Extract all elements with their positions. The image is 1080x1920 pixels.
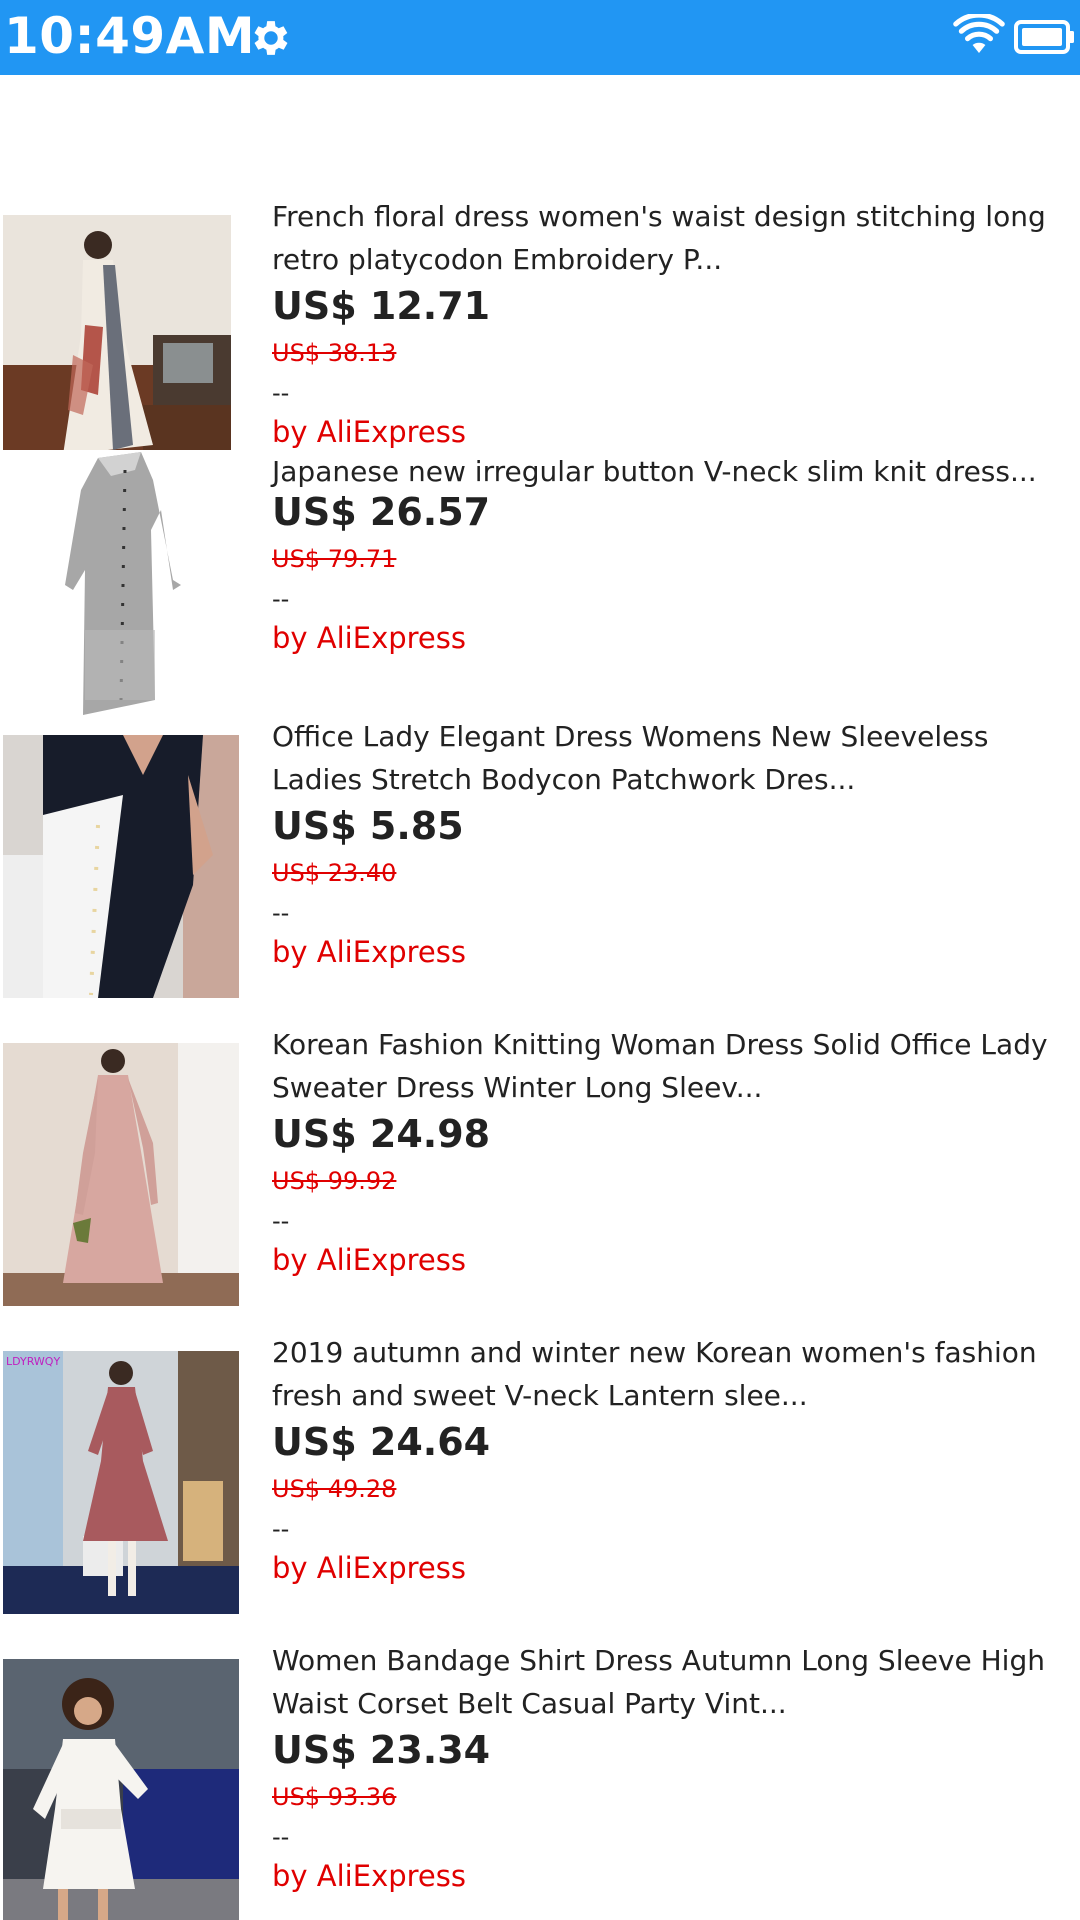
product-title[interactable]: Korean Fashion Knitting Woman Dress Soli… [272,1023,1077,1066]
product-extra: -- [272,1823,290,1851]
product-title[interactable]: Office Lady Elegant Dress Womens New Sle… [272,715,1077,758]
product-image[interactable] [3,735,239,998]
product-item[interactable]: Japanese new irregular button V-neck sli… [0,450,1080,750]
product-extra: -- [272,585,290,613]
product-title-line2[interactable]: Sweater Dress Winter Long Sleev... [272,1066,1077,1109]
product-price: US$ 5.85 [272,804,464,848]
status-time: 10:49AM [4,7,256,65]
product-photo-floral-dress [3,215,231,475]
product-seller: by AliExpress [272,1243,466,1277]
product-price: US$ 23.34 [272,1728,491,1772]
product-price: US$ 26.57 [272,490,491,534]
product-item[interactable]: Korean Fashion Knitting Woman Dress Soli… [0,1023,1080,1323]
product-photo-knit-dress [3,450,231,715]
product-item[interactable]: French floral dress women's waist design… [0,130,1080,475]
product-title-line2[interactable]: Waist Corset Belt Casual Party Vint... [272,1682,1077,1725]
product-original-price: US$ 38.13 [272,339,397,367]
product-title-line2[interactable]: fresh and sweet V-neck Lantern slee... [272,1374,1077,1417]
product-original-price: US$ 93.36 [272,1783,397,1811]
product-seller: by AliExpress [272,1551,466,1585]
product-photo-lantern-sleeve-dress [3,1351,239,1614]
product-image[interactable] [3,215,231,475]
product-image[interactable]: LDYRWQY [3,1351,239,1614]
product-title[interactable]: 2019 autumn and winter new Korean women'… [272,1331,1077,1374]
product-seller: by AliExpress [272,621,466,655]
wifi-icon [953,14,1005,53]
product-original-price: US$ 49.28 [272,1475,397,1503]
product-price: US$ 24.64 [272,1420,491,1464]
product-photo-office-dress [3,735,239,998]
product-image[interactable] [3,1659,239,1920]
product-title-line2[interactable]: retro platycodon Embroidery P... [272,238,1077,281]
status-bar: 10:49AM [0,0,1080,75]
product-list[interactable]: French floral dress women's waist design… [0,75,1080,1920]
product-item[interactable]: LDYRWQY 2019 autumn and winter new Korea… [0,1331,1080,1631]
product-extra: -- [272,1515,290,1543]
product-extra: -- [272,1207,290,1235]
product-image[interactable] [3,1043,239,1306]
image-watermark: LDYRWQY [6,1355,61,1368]
product-item[interactable]: Women Bandage Shirt Dress Autumn Long Sl… [0,1639,1080,1920]
product-extra: -- [272,379,290,407]
product-title[interactable]: Women Bandage Shirt Dress Autumn Long Sl… [272,1639,1077,1682]
product-price: US$ 24.98 [272,1112,491,1156]
product-photo-sweater-dress [3,1043,239,1306]
product-original-price: US$ 79.71 [272,545,397,573]
product-image[interactable] [3,450,231,715]
product-photo-bandage-shirt-dress [3,1659,239,1920]
product-price: US$ 12.71 [272,284,491,328]
gear-icon [254,21,288,55]
product-original-price: US$ 99.92 [272,1167,397,1195]
product-title-line2[interactable]: Ladies Stretch Bodycon Patchwork Dres... [272,758,1077,801]
product-title[interactable]: French floral dress women's waist design… [272,195,1077,238]
product-seller: by AliExpress [272,935,466,969]
product-original-price: US$ 23.40 [272,859,397,887]
product-title[interactable]: Japanese new irregular button V-neck sli… [272,450,1077,493]
product-extra: -- [272,899,290,927]
battery-icon [1014,20,1074,54]
product-item[interactable]: Office Lady Elegant Dress Womens New Sle… [0,715,1080,1015]
product-seller: by AliExpress [272,1859,466,1893]
product-seller: by AliExpress [272,415,466,449]
